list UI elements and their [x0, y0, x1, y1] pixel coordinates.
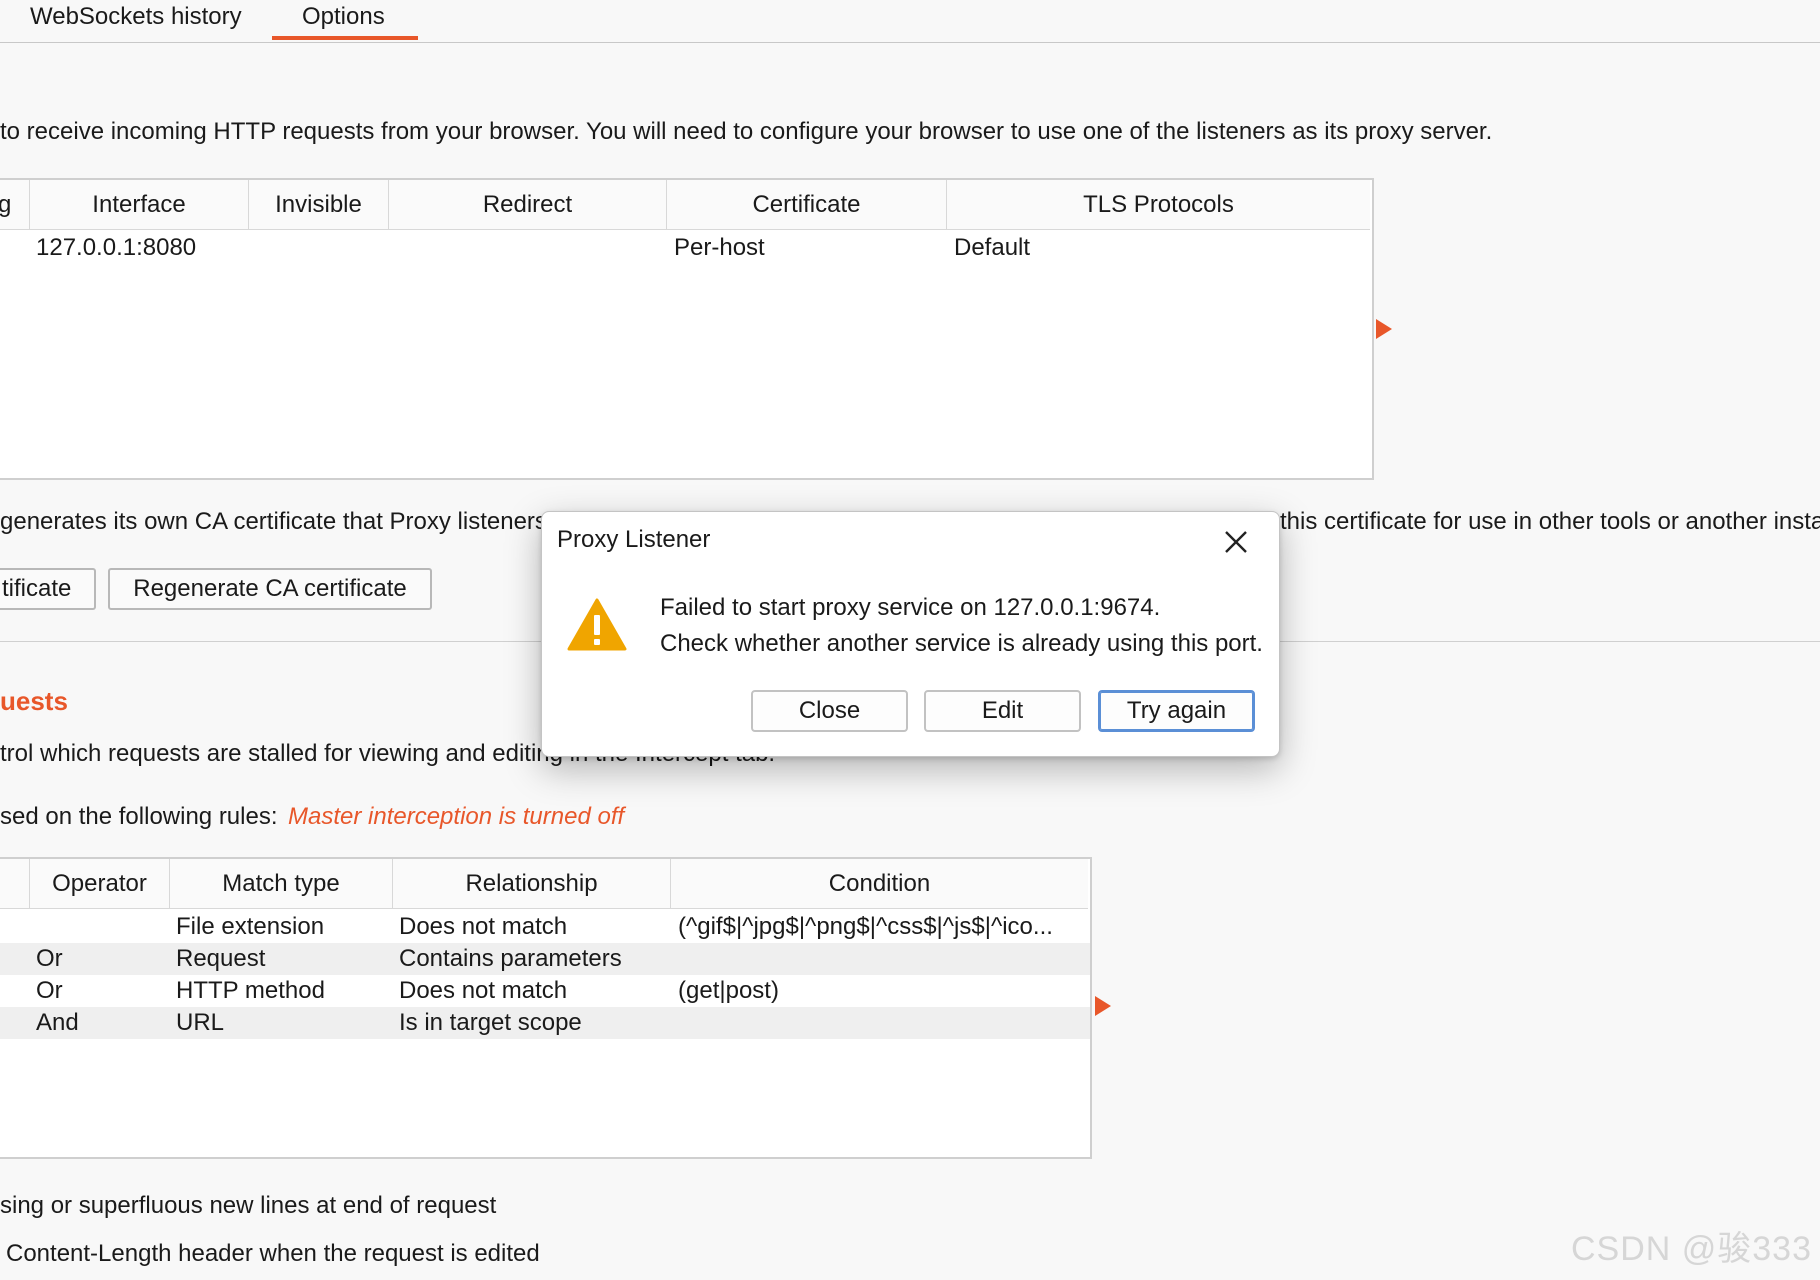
listeners-table[interactable]: g Interface Invisible Redirect Certifica… [0, 178, 1374, 480]
edit-button[interactable]: Edit [924, 690, 1081, 732]
try-again-button[interactable]: Try again [1098, 690, 1255, 732]
tab-options[interactable]: Options [272, 0, 418, 40]
cell-condition: (get|post) [678, 977, 779, 1004]
column-header-certificate[interactable]: Certificate [667, 180, 947, 230]
table-row[interactable]: Or HTTP method Does not match (get|post) [0, 975, 1090, 1007]
cell-match-type: HTTP method [176, 977, 325, 1004]
cell-certificate: Per-host [674, 234, 765, 261]
tab-websockets-history[interactable]: WebSockets history [30, 0, 242, 40]
column-header-match-type[interactable]: Match type [170, 859, 393, 909]
cell-condition [678, 1007, 1078, 1039]
close-icon[interactable] [1218, 524, 1254, 560]
warning-icon [566, 597, 628, 653]
import-export-ca-button[interactable]: tificate [0, 568, 96, 610]
proxy-listener-dialog: Proxy Listener Failed to start proxy ser… [541, 511, 1280, 757]
cell-match-type: File extension [176, 913, 325, 940]
option-fix-newlines[interactable]: sing or superfluous new lines at end of … [0, 1192, 496, 1220]
column-header-tls-protocols[interactable]: TLS Protocols [947, 180, 1370, 230]
cell-redirect [395, 232, 663, 264]
option-update-content-length[interactable]: Content-Length header when the request i… [6, 1240, 540, 1268]
regenerate-ca-button[interactable]: Regenerate CA certificate [108, 568, 432, 610]
intercept-rules-table[interactable]: Operator Match type Relationship Conditi… [0, 857, 1092, 1159]
column-header-relationship[interactable]: Relationship [393, 859, 671, 909]
column-header-redirect[interactable]: Redirect [389, 180, 667, 230]
cell-condition: (^gif$|^jpg$|^png$|^css$|^js$|^ico... [678, 913, 1053, 940]
column-header-interface[interactable]: Interface [30, 180, 249, 230]
cell-relationship: Contains parameters [399, 945, 622, 972]
cell-interface: 127.0.0.1:8080 [36, 234, 197, 261]
table-row[interactable]: 127.0.0.1:8080 Per-host Default [0, 232, 1372, 264]
cell-match-type: URL [176, 1009, 225, 1036]
master-interception-status: Master interception is turned off [288, 803, 625, 830]
rules-label: sed on the following rules: [0, 803, 278, 830]
cell-condition [678, 943, 1078, 975]
cell-operator: Or [36, 977, 63, 1004]
listeners-description: to receive incoming HTTP requests from y… [0, 118, 1493, 145]
cell-match-type: Request [176, 945, 266, 972]
column-header-enabled[interactable] [0, 859, 30, 909]
dialog-title: Proxy Listener [557, 526, 711, 553]
cell-operator: Or [36, 945, 63, 972]
ca-description-right: this certificate for use in other tools … [1280, 508, 1820, 535]
table-row[interactable]: And URL Is in target scope [0, 1007, 1090, 1039]
cell-operator [36, 911, 166, 943]
expand-arrow-icon[interactable] [1376, 319, 1392, 339]
watermark: CSDN @骏333 [1570, 1230, 1812, 1268]
table-row[interactable]: Or Request Contains parameters [0, 943, 1090, 975]
cell-operator: And [36, 1009, 79, 1036]
section-title: uests [0, 686, 68, 716]
ca-description-left: generates its own CA certificate that Pr… [0, 508, 547, 535]
dialog-message-line1: Failed to start proxy service on 127.0.0… [660, 594, 1161, 621]
cell-tls-protocols: Default [954, 234, 1031, 261]
table-row[interactable]: File extension Does not match (^gif$|^jp… [0, 911, 1090, 943]
cell-relationship: Does not match [399, 913, 568, 940]
cell-relationship: Is in target scope [399, 1009, 582, 1036]
column-header-invisible[interactable]: Invisible [249, 180, 389, 230]
dialog-message-line2: Check whether another service is already… [660, 630, 1263, 657]
column-header-operator[interactable]: Operator [30, 859, 170, 909]
cell-relationship: Does not match [399, 977, 568, 1004]
close-button[interactable]: Close [751, 690, 908, 732]
column-header-condition[interactable]: Condition [671, 859, 1088, 909]
expand-arrow-icon[interactable] [1095, 996, 1111, 1016]
cell-invisible [255, 232, 385, 264]
column-header-running[interactable]: g [0, 180, 30, 230]
tab-bar: WebSockets history Options [0, 0, 1820, 43]
